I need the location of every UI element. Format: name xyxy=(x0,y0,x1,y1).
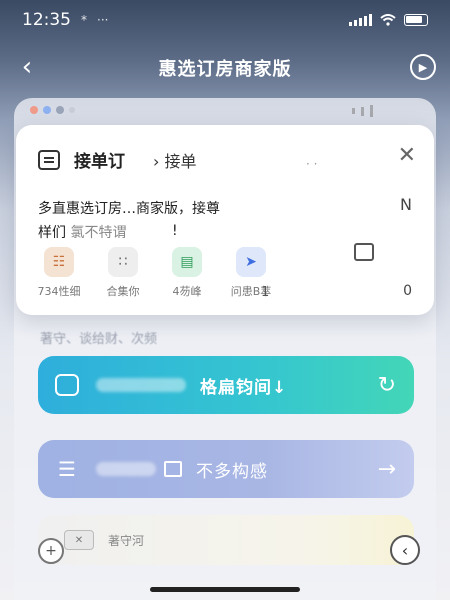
nav-bar: ‹ 惠选订房商家版 ▶ xyxy=(0,44,450,92)
card-icon-row: ☷ 734性细 ∷ 合集你 ▤ 4芴峰 ➤ 问患B萃 xyxy=(38,247,272,299)
card-header: 接单订 › 接单 xyxy=(38,147,197,172)
chat-icon[interactable] xyxy=(354,243,374,261)
row-label-tertiary: 著守河 xyxy=(108,533,145,548)
status-dots: ··· xyxy=(97,13,109,27)
icon-label: 734性细 xyxy=(37,285,81,298)
background-status xyxy=(352,100,422,122)
row-label-secondary: 不多构感 xyxy=(196,461,268,482)
card-title: 接单订 xyxy=(74,152,125,172)
icon-item[interactable]: ▤ 4芴峰 xyxy=(166,247,208,299)
card-body-line1: 多直惠选订房…商家版，接尊 xyxy=(38,201,220,217)
message-icon xyxy=(38,149,60,170)
monitor-icon xyxy=(164,461,182,477)
window-dots xyxy=(30,106,75,114)
status-right xyxy=(349,14,428,26)
card-exclamation: ! xyxy=(172,223,178,239)
icon-item[interactable]: ☷ 734性细 xyxy=(37,247,81,299)
send-icon: ➤ xyxy=(236,247,266,277)
card-dots: · · xyxy=(306,157,318,171)
icon-item[interactable]: ∷ 合集你 xyxy=(102,247,144,299)
list-icon: ☰ xyxy=(58,457,76,481)
battery-icon xyxy=(404,14,428,26)
notification-card[interactable]: 接单订 › 接单 · · ✕ 多直惠选订房…商家版，接尊 样们 氯不特谓 ! N… xyxy=(16,125,434,315)
home-indicator xyxy=(150,587,300,592)
wifi-icon xyxy=(380,14,396,26)
icon-label: 4芴峰 xyxy=(172,285,202,298)
close-box-icon: ✕ xyxy=(64,530,94,550)
status-time: 12:35 xyxy=(22,10,71,30)
card-count-one: 1 xyxy=(261,285,270,300)
page-title: 惠选订房商家版 xyxy=(158,59,292,80)
card-body-light: 氯不特谓 xyxy=(70,225,127,241)
chevron-left-icon[interactable]: ‹ xyxy=(12,52,42,82)
row-label-primary: 格扁钧间↓ xyxy=(200,377,288,398)
arrow-right-icon[interactable]: → xyxy=(378,457,396,482)
grid-icon: ∷ xyxy=(108,247,138,277)
status-bar: 12:35 * ··· xyxy=(0,0,450,40)
chevron-left-circle-icon[interactable]: ‹ xyxy=(390,535,420,565)
hint-text: 著守、谈给财、次频 xyxy=(40,332,158,347)
card-subtitle[interactable]: › 接单 xyxy=(153,148,197,172)
blurred-text xyxy=(96,378,186,392)
action-row-primary[interactable]: 格扁钧间↓ ↻ xyxy=(38,356,414,414)
action-row-secondary[interactable]: ☰ 不多构感 → xyxy=(38,440,414,498)
icon-label: 合集你 xyxy=(106,285,140,298)
refresh-icon[interactable]: ↻ xyxy=(378,373,396,398)
document-icon: ▤ xyxy=(172,247,202,277)
card-count-zero: 0 xyxy=(403,283,412,299)
status-left: 12:35 * ··· xyxy=(22,10,108,30)
close-icon[interactable]: ✕ xyxy=(398,143,416,168)
screen-icon xyxy=(48,366,86,404)
add-icon[interactable]: + xyxy=(38,538,64,564)
action-row-tertiary[interactable]: ✕ 著守河 xyxy=(38,515,414,565)
status-indicator: * xyxy=(81,13,87,27)
calendar-icon: ☷ xyxy=(44,247,74,277)
blurred-text xyxy=(96,462,156,476)
card-body: 多直惠选订房…商家版，接尊 样们 氯不特谓 xyxy=(38,197,368,245)
signal-icon xyxy=(349,14,372,26)
card-body-line2: 样们 xyxy=(38,225,66,241)
card-side-letter: N xyxy=(400,195,412,214)
clock-icon[interactable]: ▶ xyxy=(410,54,436,80)
